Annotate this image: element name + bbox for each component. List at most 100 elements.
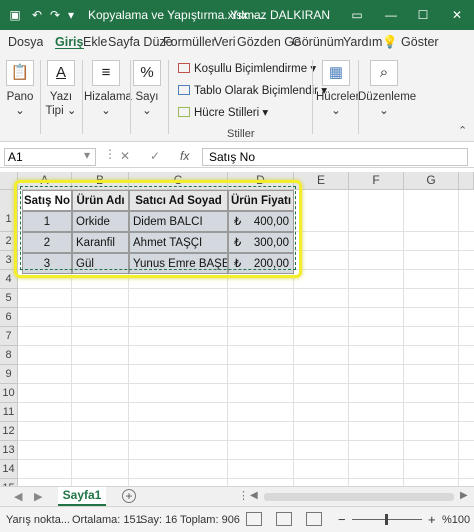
select-all-corner[interactable]: [0, 172, 18, 190]
col-header-b[interactable]: B: [72, 172, 129, 190]
row-header-3[interactable]: 3: [0, 251, 18, 270]
normal-view-icon[interactable]: [246, 512, 262, 526]
scroll-right-icon[interactable]: ▶: [460, 490, 468, 501]
tab-giris[interactable]: Giriş: [55, 35, 84, 49]
row-header-11[interactable]: 11: [0, 403, 18, 422]
duzenleme-button[interactable]: ⌕ Düzenleme ⌄: [358, 60, 416, 118]
row-header-10[interactable]: 10: [0, 384, 18, 403]
collapse-ribbon-icon[interactable]: ⌃: [458, 124, 467, 137]
zoom-slider-thumb[interactable]: [385, 514, 388, 525]
row-header-2[interactable]: 2: [0, 232, 18, 251]
tab-gorunum[interactable]: Görünüm: [292, 35, 344, 49]
col-header-g[interactable]: G: [404, 172, 459, 190]
sheet-tab-bar: ◀ ▶ Sayfa1 + ⋮ ◀ ▶: [0, 486, 474, 507]
lightbulb-icon: 💡: [382, 35, 402, 49]
row-header-5[interactable]: 5: [0, 289, 18, 308]
row-header-15[interactable]: 15: [0, 479, 18, 486]
table-cell-urun[interactable]: Orkide: [72, 211, 129, 232]
name-box[interactable]: A1: [4, 148, 96, 166]
percent-icon: %: [133, 60, 161, 86]
row-header-6[interactable]: 6: [0, 308, 18, 327]
table-cell-satici[interactable]: Didem BALCI: [129, 211, 228, 232]
col-header-c[interactable]: C: [129, 172, 228, 190]
row-header-12[interactable]: 12: [0, 422, 18, 441]
redo-icon[interactable]: ↷: [48, 8, 62, 22]
sayi-label: Sayı: [135, 91, 159, 103]
row-header-1[interactable]: 1: [0, 190, 18, 232]
row-header-14[interactable]: 14: [0, 460, 18, 479]
zoom-in-button[interactable]: +: [428, 512, 436, 527]
cell-styles-button[interactable]: Hücre Stilleri ▾: [178, 105, 268, 119]
yazi-tipi-button[interactable]: A Yazı Tipi ⌄: [44, 60, 78, 118]
table-cell-fiyat[interactable]: ₺ 300,00: [228, 232, 294, 253]
tell-me-search[interactable]: 💡 Göster: [382, 35, 439, 50]
status-bar: Yarış nokta... Ortalama: 151 Say: 16 Top…: [0, 506, 474, 532]
enter-icon[interactable]: ✓: [150, 149, 160, 163]
row-header-13[interactable]: 13: [0, 441, 18, 460]
row-header-9[interactable]: 9: [0, 365, 18, 384]
sayi-button[interactable]: % Sayı ⌄: [132, 60, 162, 118]
table-cell-fiyat[interactable]: ₺ 400,00: [228, 211, 294, 232]
tab-veri[interactable]: Veri: [214, 35, 236, 49]
grid-line: [18, 459, 474, 460]
ribbon-display-options-icon[interactable]: ▭: [350, 8, 364, 22]
table-cell-no[interactable]: 3: [22, 253, 72, 274]
table-cell-fiyat[interactable]: ₺ 200,00: [228, 253, 294, 274]
cell-c1-header[interactable]: Satıcı Ad Soyad: [129, 190, 228, 211]
scroll-left-icon[interactable]: ◀: [250, 490, 258, 501]
sheet-tab-sayfa1[interactable]: Sayfa1: [58, 487, 106, 507]
row-header-4[interactable]: 4: [0, 270, 18, 289]
pano-button[interactable]: 📋 Pano ⌄: [4, 60, 36, 118]
table-cell-satici[interactable]: Yunus Emre BAŞEL: [129, 253, 228, 274]
tab-dosya[interactable]: Dosya: [8, 35, 43, 49]
page-break-view-icon[interactable]: [306, 512, 322, 526]
hucreler-button[interactable]: ▦ Hücreler ⌄: [316, 60, 359, 118]
table-cell-no[interactable]: 2: [22, 232, 72, 253]
formula-input[interactable]: Satış No: [202, 148, 468, 166]
cell-d1-header[interactable]: Ürün Fiyatı: [228, 190, 294, 211]
price-value: 200,00: [253, 258, 289, 270]
previous-sheet-icon[interactable]: ◀: [14, 490, 22, 503]
table-icon: [178, 85, 190, 95]
maximize-icon[interactable]: ☐: [416, 8, 430, 22]
tab-ekle[interactable]: Ekle: [83, 35, 107, 49]
close-icon[interactable]: ✕: [450, 8, 464, 22]
chevron-down-icon: ▾: [262, 107, 269, 119]
format-as-table-button[interactable]: Tablo Olarak Biçimlendir ▾: [178, 83, 327, 97]
zoom-out-button[interactable]: −: [338, 512, 346, 527]
chevron-down-icon: ⌄: [15, 105, 25, 117]
add-sheet-icon[interactable]: +: [122, 489, 136, 503]
minimize-icon[interactable]: —: [384, 8, 398, 22]
row-header-8[interactable]: 8: [0, 346, 18, 365]
conditional-formatting-button[interactable]: Koşullu Biçimlendirme ▾: [178, 61, 316, 75]
zoom-level[interactable]: %100: [442, 514, 470, 526]
table-cell-urun[interactable]: Gül: [72, 253, 129, 274]
cell-a1-header[interactable]: Satış No: [22, 190, 72, 211]
row-header-7[interactable]: 7: [0, 327, 18, 346]
hucre-stilleri-label: Hücre Stilleri: [194, 107, 260, 119]
cancel-icon[interactable]: ✕: [120, 149, 130, 163]
tab-yardim[interactable]: Yardım: [343, 35, 382, 49]
cell-b1-header[interactable]: Ürün Adı: [72, 190, 129, 211]
hizalama-button[interactable]: ≡ Hizalama ⌄: [84, 60, 132, 118]
col-header-d[interactable]: D: [228, 172, 294, 190]
table-cell-no[interactable]: 1: [22, 211, 72, 232]
col-header-e[interactable]: E: [294, 172, 349, 190]
col-header-a[interactable]: A: [18, 172, 72, 190]
page-layout-view-icon[interactable]: [276, 512, 292, 526]
horizontal-scrollbar[interactable]: [264, 493, 454, 501]
col-header-f[interactable]: F: [349, 172, 404, 190]
more-options-icon: ⋮: [104, 147, 116, 161]
undo-icon[interactable]: ↶: [30, 8, 44, 22]
more-sheets-icon[interactable]: ⋮: [238, 489, 249, 502]
grid-line: [18, 345, 474, 346]
table-cell-urun[interactable]: Karanfil: [72, 232, 129, 253]
user-name[interactable]: Yılmaz DALKIRAN: [230, 8, 330, 22]
quick-access-menu-icon[interactable]: ▾: [64, 8, 78, 22]
tab-formuller[interactable]: Formüller: [163, 35, 216, 49]
table-cell-satici[interactable]: Ahmet TAŞÇI: [129, 232, 228, 253]
insert-function-icon[interactable]: fx: [180, 149, 189, 163]
save-icon[interactable]: ▣: [8, 8, 22, 22]
next-sheet-icon[interactable]: ▶: [34, 490, 42, 503]
namebox-dropdown-icon[interactable]: ▾: [84, 148, 90, 162]
